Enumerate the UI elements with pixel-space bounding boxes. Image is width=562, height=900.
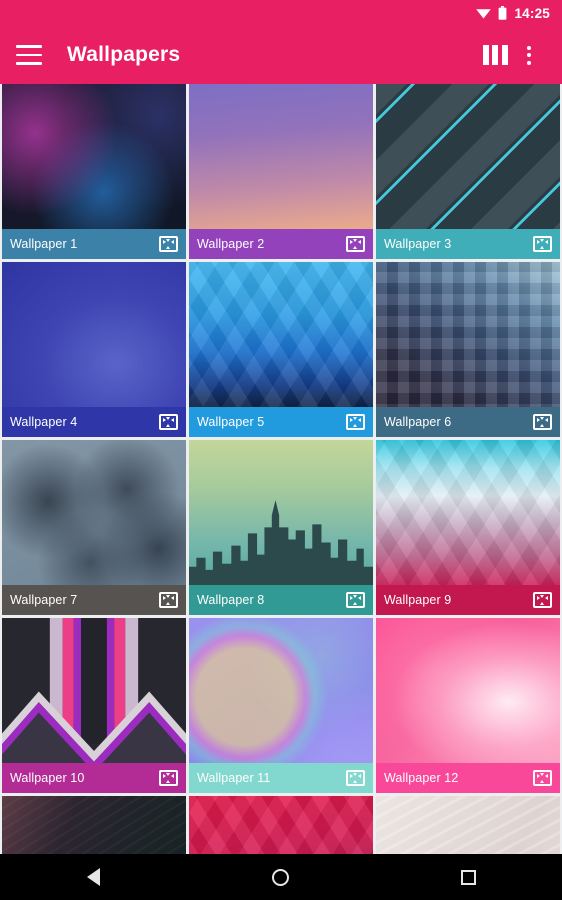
fullscreen-preview-icon[interactable] xyxy=(346,236,365,252)
wallpaper-name-label: Wallpaper 4 xyxy=(10,415,78,429)
wallpaper-caption: Wallpaper 12 xyxy=(376,763,560,793)
wallpaper-name-label: Wallpaper 1 xyxy=(10,237,78,251)
low-poly-texture xyxy=(189,796,373,854)
fullscreen-preview-icon[interactable] xyxy=(346,770,365,786)
wallpaper-tile[interactable]: Wallpaper 8 xyxy=(189,440,373,615)
wallpaper-tile[interactable]: Wallpaper 10 xyxy=(2,618,186,793)
wallpaper-name-label: Wallpaper 8 xyxy=(197,593,265,607)
recents-square-icon[interactable] xyxy=(438,854,498,900)
wallpaper-tile[interactable]: Wallpaper 11 xyxy=(189,618,373,793)
wallpaper-name-label: Wallpaper 5 xyxy=(197,415,265,429)
wallpaper-tile[interactable] xyxy=(376,796,560,854)
fullscreen-preview-icon[interactable] xyxy=(346,414,365,430)
grid-columns-icon[interactable] xyxy=(478,38,512,72)
fullscreen-preview-icon[interactable] xyxy=(159,414,178,430)
fullscreen-preview-icon[interactable] xyxy=(159,592,178,608)
wallpaper-caption: Wallpaper 5 xyxy=(189,407,373,437)
fullscreen-preview-icon[interactable] xyxy=(346,592,365,608)
wallpaper-name-label: Wallpaper 12 xyxy=(384,771,459,785)
wallpaper-name-label: Wallpaper 7 xyxy=(10,593,78,607)
wallpaper-name-label: Wallpaper 2 xyxy=(197,237,265,251)
wallpaper-tile[interactable]: Wallpaper 3 xyxy=(376,84,560,259)
wallpaper-tile[interactable]: Wallpaper 1 xyxy=(2,84,186,259)
wallpaper-name-label: Wallpaper 9 xyxy=(384,593,452,607)
wallpaper-caption: Wallpaper 1 xyxy=(2,229,186,259)
android-nav-bar xyxy=(0,854,562,900)
wallpaper-thumbnail xyxy=(2,796,186,854)
wallpaper-tile[interactable]: Wallpaper 6 xyxy=(376,262,560,437)
app-toolbar: Wallpapers xyxy=(0,26,562,84)
app-root: 14:25 Wallpapers Wallpaper 1 Wallpaper 2W… xyxy=(0,0,562,900)
fullscreen-preview-icon[interactable] xyxy=(159,236,178,252)
fullscreen-preview-icon[interactable] xyxy=(159,770,178,786)
overflow-menu-icon[interactable] xyxy=(512,38,546,72)
wallpaper-tile[interactable]: Wallpaper 2 xyxy=(189,84,373,259)
fullscreen-preview-icon[interactable] xyxy=(533,414,552,430)
status-bar-time: 14:25 xyxy=(514,5,550,21)
wallpaper-caption: Wallpaper 8 xyxy=(189,585,373,615)
wallpaper-caption: Wallpaper 4 xyxy=(2,407,186,437)
wallpaper-name-label: Wallpaper 3 xyxy=(384,237,452,251)
wallpaper-tile[interactable]: Wallpaper 4 xyxy=(2,262,186,437)
wallpaper-grid[interactable]: Wallpaper 1 Wallpaper 2 Wallpaper 3 Wallpap… xyxy=(0,84,562,854)
fullscreen-preview-icon[interactable] xyxy=(533,770,552,786)
back-triangle-icon[interactable] xyxy=(64,854,124,900)
page-title: Wallpapers xyxy=(67,43,181,66)
wifi-icon xyxy=(476,7,492,19)
wallpaper-caption: Wallpaper 6 xyxy=(376,407,560,437)
home-circle-icon[interactable] xyxy=(251,854,311,900)
status-bar: 14:25 xyxy=(0,0,562,26)
wallpaper-tile[interactable] xyxy=(2,796,186,854)
wallpaper-name-label: Wallpaper 6 xyxy=(384,415,452,429)
wallpaper-tile[interactable]: Wallpaper 12 xyxy=(376,618,560,793)
wallpaper-thumbnail xyxy=(376,796,560,854)
wallpaper-tile[interactable]: Wallpaper 7 xyxy=(2,440,186,615)
wallpaper-caption: Wallpaper 11 xyxy=(189,763,373,793)
wallpaper-caption: Wallpaper 9 xyxy=(376,585,560,615)
wallpaper-caption: Wallpaper 3 xyxy=(376,229,560,259)
wallpaper-tile[interactable]: Wallpaper 5 xyxy=(189,262,373,437)
city-skyline-art xyxy=(189,500,373,585)
wallpaper-name-label: Wallpaper 10 xyxy=(10,771,85,785)
hamburger-menu-icon[interactable] xyxy=(16,45,42,65)
wallpaper-tile[interactable] xyxy=(189,796,373,854)
battery-icon xyxy=(498,6,507,20)
fullscreen-preview-icon[interactable] xyxy=(533,236,552,252)
wallpaper-caption: Wallpaper 7 xyxy=(2,585,186,615)
wallpaper-name-label: Wallpaper 11 xyxy=(197,771,271,785)
wallpaper-caption: Wallpaper 2 xyxy=(189,229,373,259)
wallpaper-caption: Wallpaper 10 xyxy=(2,763,186,793)
fullscreen-preview-icon[interactable] xyxy=(533,592,552,608)
wallpaper-tile[interactable]: Wallpaper 9 xyxy=(376,440,560,615)
